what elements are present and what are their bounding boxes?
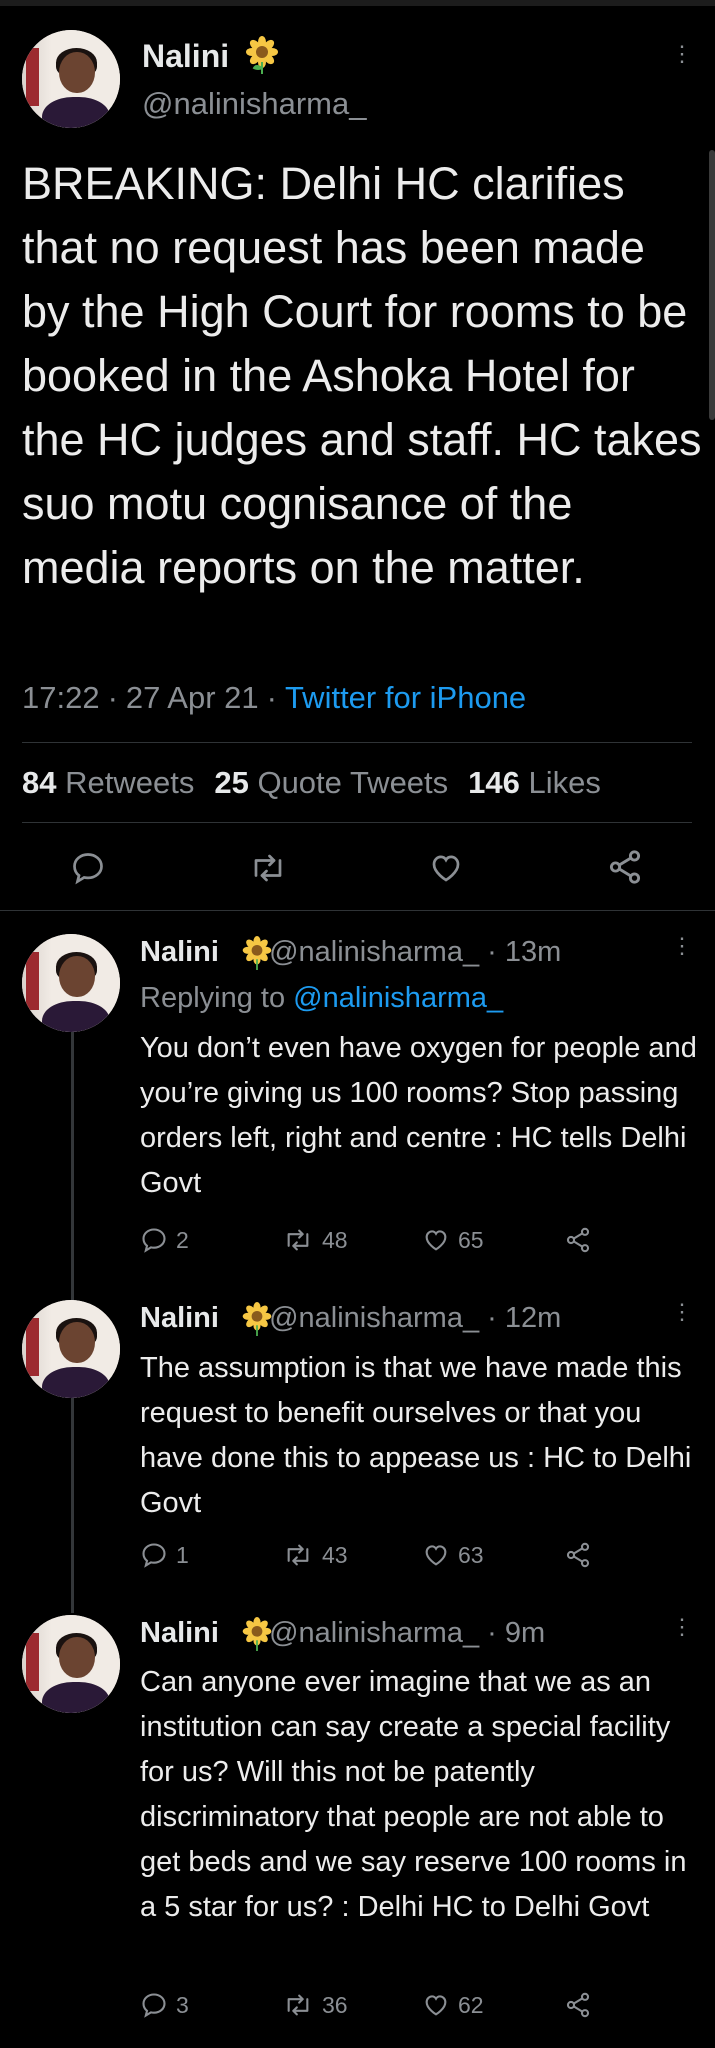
- like-button[interactable]: 63: [422, 1541, 564, 1569]
- replying-to-link[interactable]: @nalinisharma_: [293, 982, 503, 1014]
- retweet-count[interactable]: 84: [22, 765, 56, 800]
- avatar[interactable]: [22, 934, 120, 1032]
- retweet-count: 43: [322, 1541, 348, 1568]
- retweet-icon: [287, 1544, 309, 1566]
- share-icon: [566, 1992, 590, 2018]
- quote-label[interactable]: Quote Tweets: [257, 765, 448, 800]
- heart-icon: [425, 1545, 447, 1566]
- share-button[interactable]: [564, 1226, 600, 1254]
- sunflower-emoji-icon: [242, 1617, 272, 1651]
- top-border: [0, 0, 715, 6]
- avatar[interactable]: [22, 1300, 120, 1398]
- like-count[interactable]: 146: [468, 765, 520, 800]
- retweet-count: 48: [322, 1226, 348, 1253]
- author-name[interactable]: Nalini: [140, 936, 219, 968]
- reply-button[interactable]: 1: [140, 1541, 282, 1569]
- tweet-text: You don’t even have oxygen for people an…: [140, 1032, 697, 1199]
- tweet-age[interactable]: 12m: [505, 1302, 561, 1334]
- thread-line: [71, 1032, 74, 1302]
- share-button[interactable]: [564, 1541, 600, 1569]
- tweet-text: The assumption is that we have made this…: [140, 1352, 692, 1519]
- tweet-text: BREAKING: Delhi HC clarifies that no req…: [22, 158, 702, 593]
- like-label[interactable]: Likes: [529, 765, 601, 800]
- share-icon: [566, 1227, 590, 1253]
- share-button[interactable]: [564, 1991, 600, 2019]
- quote-count[interactable]: 25: [214, 765, 248, 800]
- author-handle[interactable]: @nalinisharma_: [269, 936, 479, 968]
- avatar[interactable]: [22, 30, 120, 128]
- reply-count: 3: [176, 1991, 189, 2018]
- author-name[interactable]: Nalini: [142, 38, 229, 75]
- reply-actions: 2 48 65: [140, 1226, 600, 1254]
- more-icon[interactable]: ⋮: [671, 1301, 693, 1323]
- more-icon[interactable]: ⋮: [671, 935, 693, 957]
- retweet-button[interactable]: 36: [282, 1991, 422, 2019]
- heart-icon: [425, 1995, 447, 2016]
- tweet-age[interactable]: 13m: [505, 936, 561, 968]
- author-handle[interactable]: @nalinisharma_: [142, 86, 366, 122]
- author-name[interactable]: Nalini: [140, 1617, 219, 1649]
- reply-icon[interactable]: [70, 850, 106, 886]
- reply-count: 1: [176, 1541, 189, 1568]
- tweet-date: 27 Apr 21: [125, 680, 259, 715]
- tweet-text: Can anyone ever imagine that we as an in…: [140, 1666, 687, 1923]
- like-count: 62: [458, 1991, 484, 2018]
- retweet-count: 36: [322, 1991, 348, 2018]
- like-button[interactable]: 65: [422, 1226, 564, 1254]
- like-count: 65: [458, 1226, 484, 1253]
- share-icon: [566, 1542, 590, 1568]
- sunflower-emoji-icon: [242, 936, 272, 970]
- reply-icon: [142, 1993, 166, 2018]
- tweet-stats: 84 Retweets 25 Quote Tweets 146 Likes: [22, 765, 601, 801]
- sunflower-emoji-icon: [246, 36, 278, 74]
- avatar[interactable]: [22, 1615, 120, 1713]
- retweet-label[interactable]: Retweets: [65, 765, 194, 800]
- share-icon[interactable]: [606, 848, 644, 886]
- author-handle[interactable]: @nalinisharma_: [269, 1617, 479, 1649]
- reply-count: 2: [176, 1226, 189, 1253]
- heart-icon: [425, 1230, 447, 1251]
- divider: [0, 910, 715, 911]
- retweet-button[interactable]: 48: [282, 1226, 422, 1254]
- retweet-icon[interactable]: [248, 850, 288, 886]
- more-icon[interactable]: ⋮: [671, 1616, 693, 1638]
- reply-icon: [142, 1543, 166, 1568]
- reply-actions: 3 36 62: [140, 1991, 600, 2019]
- tweet-source-link[interactable]: Twitter for iPhone: [285, 680, 526, 715]
- retweet-icon: [287, 1229, 309, 1251]
- reply-button[interactable]: 2: [140, 1226, 282, 1254]
- author-handle[interactable]: @nalinisharma_: [269, 1302, 479, 1334]
- divider: [22, 742, 692, 743]
- more-icon[interactable]: ⋮: [671, 43, 693, 65]
- replying-to: Replying to @nalinisharma_: [140, 982, 504, 1014]
- tweet-time: 17:22: [22, 680, 100, 715]
- sunflower-emoji-icon: [242, 1302, 272, 1336]
- divider: [22, 822, 692, 823]
- thread-line: [71, 1398, 74, 1613]
- reply-header: Nalini @nalinisharma_ · 13m: [140, 936, 562, 968]
- tweet-meta: 17:22 · 27 Apr 21 · Twitter for iPhone: [22, 680, 527, 715]
- heart-icon[interactable]: [428, 850, 464, 886]
- like-button[interactable]: 62: [422, 1991, 564, 2019]
- reply-header: Nalini @nalinisharma_ · 9m: [140, 1617, 546, 1649]
- reply-actions: 1 43 63: [140, 1541, 600, 1569]
- author-name[interactable]: Nalini: [140, 1302, 219, 1334]
- tweet-age[interactable]: 9m: [505, 1617, 545, 1649]
- retweet-button[interactable]: 43: [282, 1541, 422, 1569]
- reply-icon: [142, 1228, 166, 1253]
- scrollbar[interactable]: [709, 150, 715, 420]
- like-count: 63: [458, 1541, 484, 1568]
- reply-button[interactable]: 3: [140, 1991, 282, 2019]
- reply-header: Nalini @nalinisharma_ · 12m: [140, 1302, 562, 1334]
- retweet-icon: [287, 1994, 309, 2016]
